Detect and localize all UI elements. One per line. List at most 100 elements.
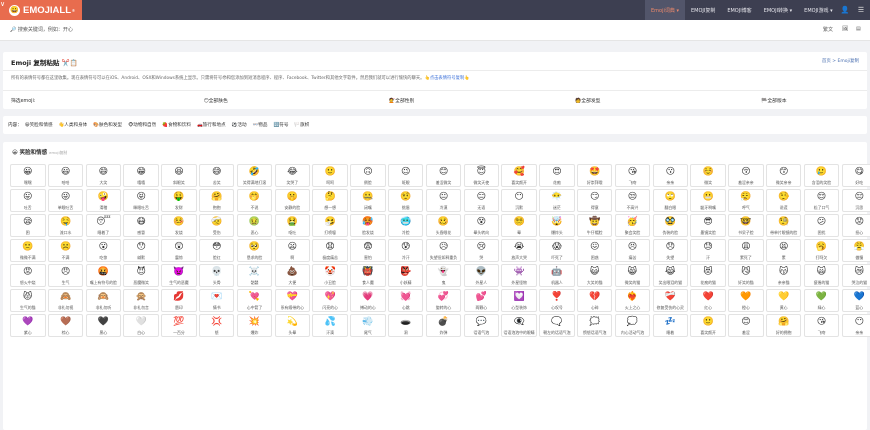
emoji-tile[interactable]: 😡 怒火中烧 — [10, 264, 46, 288]
emoji-tile[interactable]: 🤪 滑稽 — [85, 189, 122, 213]
emoji-tile[interactable]: 🤢 恶心 — [236, 214, 273, 238]
image-icon[interactable]: 🖼 — [842, 26, 848, 32]
emoji-tile[interactable]: 💥 爆炸 — [236, 314, 273, 338]
category-link-3[interactable]: 🐵动物和自然 — [128, 122, 156, 128]
emoji-tile[interactable]: 🙈 非礼勿视 — [47, 289, 84, 313]
emoji-tile[interactable]: 😘 飞吻 — [803, 314, 840, 338]
emoji-tile[interactable]: 💓 心跳 — [387, 289, 424, 313]
emoji-tile[interactable]: 💙 蓝心 — [841, 289, 870, 313]
emoji-tile[interactable]: 🙀 疲倦的猫 — [803, 264, 840, 288]
emoji-tile[interactable]: 🙉 非礼勿听 — [85, 289, 122, 313]
emoji-tile[interactable]: 💟 心型装饰 — [501, 289, 537, 313]
emoji-tile[interactable]: 👻 鬼 — [425, 264, 462, 288]
emoji-tile[interactable]: 💌 情书 — [198, 289, 235, 313]
emoji-tile[interactable]: 😸 微笑的猫 — [614, 264, 651, 288]
emoji-tile[interactable]: 😾 生气的猫 — [10, 289, 46, 313]
emoji-tile[interactable]: 💞 旋转的心 — [425, 289, 462, 313]
emoji-tile[interactable]: ❤️‍🔥 火上之心 — [614, 289, 651, 313]
emoji-tile[interactable]: 🤯 爆炸头 — [539, 214, 575, 238]
emoji-tile[interactable]: 💘 心中箭了 — [236, 289, 273, 313]
emoji-tile[interactable]: 😵‍💫 晕 — [501, 214, 537, 238]
emoji-tile[interactable]: 🤑 发财 — [161, 189, 197, 213]
user-icon[interactable]: 👤 — [837, 0, 853, 20]
emoji-tile[interactable]: 😰 冷汗 — [387, 239, 424, 263]
emoji-tile[interactable]: 😮‍💨 呼气 — [728, 189, 764, 213]
emoji-tile[interactable]: 🥸 伪装的脸 — [652, 214, 689, 238]
emoji-tile[interactable]: 😻 花痴的猫 — [690, 264, 726, 288]
emoji-tile[interactable]: 😥 失望但如释重负 — [425, 239, 462, 263]
emoji-tile[interactable]: 💀 头骨 — [198, 264, 235, 288]
emoji-tile[interactable]: 😧 极度痛苦 — [312, 239, 348, 263]
emoji-tile[interactable]: 🤐 闭嘴 — [350, 189, 386, 213]
emoji-tile[interactable]: 🤕 受伤 — [198, 214, 235, 238]
emoji-tile[interactable]: 🤮 呕吐 — [274, 214, 311, 238]
emoji-tile[interactable]: 💨 尾气 — [350, 314, 386, 338]
emoji-tile[interactable]: 😶 沉默 — [501, 189, 537, 213]
emoji-tile[interactable]: 😚 羞涩亲亲 — [728, 164, 764, 187]
emoji-tile[interactable]: 😴 睡着了 — [85, 214, 122, 238]
emoji-tile[interactable]: 😎 墨镜笑脸 — [690, 214, 726, 238]
emoji-tile[interactable]: 🖤 黑心 — [85, 314, 122, 338]
emoji-tile[interactable]: 🤬 嘴上有符号的脸 — [85, 264, 122, 288]
category-link-5[interactable]: 🚗旅行和地点 — [197, 122, 226, 128]
emoji-tile[interactable]: 🤤 流口水 — [47, 214, 84, 238]
category-link-9[interactable]: 🏳️旗帜 — [294, 122, 309, 128]
emoji-tile[interactable]: 💔 心碎 — [576, 289, 613, 313]
emoji-tile[interactable]: 😺 大笑的猫 — [576, 264, 613, 288]
emoji-tile[interactable]: 🙂 喜笑颜开 — [690, 314, 726, 338]
emoji-tile[interactable]: 😓 汗 — [690, 239, 726, 263]
emoji-tile[interactable]: 😳 脸红 — [198, 239, 235, 263]
emoji-tile[interactable]: 🤖 机器人 — [539, 264, 575, 288]
emoji-tile[interactable]: 🤩 好崇拜哦 — [576, 164, 613, 187]
emoji-tile[interactable]: 🤧 打喷嚏 — [312, 214, 348, 238]
emoji-tile[interactable]: ☠️ 骷髅 — [236, 264, 273, 288]
emoji-tile[interactable]: 🤨 挑眉 — [387, 189, 424, 213]
filter-dropdown-3[interactable]: 🧑全部发型 — [495, 97, 681, 104]
emoji-tile[interactable]: 🤡 小丑脸 — [312, 264, 348, 288]
emoji-tile[interactable]: 👿 生气的恶魔 — [161, 264, 197, 288]
emoji-tile[interactable]: 😋 好吃 — [841, 164, 870, 187]
emoji-tile[interactable]: 😔 沉思 — [841, 189, 870, 213]
nav-item-3[interactable]: EMOJI转换 ▾ — [758, 0, 798, 20]
emoji-tile[interactable]: 🤥 说谎 — [765, 189, 802, 213]
category-link-4[interactable]: 🍓食物和饮料 — [162, 122, 191, 128]
emoji-tile[interactable]: 😁 嘻嘻 — [123, 164, 159, 187]
emoji-tile[interactable]: 😽 亲亲猫 — [765, 264, 802, 288]
copy-hint-link[interactable]: 👆点击表情符号复制👆 — [424, 76, 469, 81]
emoji-tile[interactable]: 🤓 书呆子脸 — [728, 214, 764, 238]
emoji-tile[interactable]: 😇 微笑天使 — [463, 164, 500, 187]
emoji-tile[interactable]: 🥱 打呵欠 — [803, 239, 840, 263]
emoji-tile[interactable]: 😀 嘿嘿 — [10, 164, 46, 187]
emoji-tile[interactable]: 😯 缄默 — [123, 239, 159, 263]
emoji-tile[interactable]: 🗨️ 朝左的话语气泡 — [539, 314, 575, 338]
emoji-tile[interactable]: 😉 眨眼 — [387, 164, 424, 187]
emoji-tile[interactable]: 😫 累 — [765, 239, 802, 263]
emoji-tile[interactable]: 😄 大笑 — [85, 164, 122, 187]
emoji-tile[interactable]: 😌 松了口气 — [803, 189, 840, 213]
emoji-tile[interactable]: 🤠 牛仔帽脸 — [576, 214, 613, 238]
emoji-tile[interactable]: 💯 一百分 — [161, 314, 197, 338]
emoji-tile[interactable]: 😊 羞涩 — [728, 314, 764, 338]
emoji-tile[interactable]: 💦 汗滴 — [312, 314, 348, 338]
emoji-tile[interactable]: 😕 困扰 — [803, 214, 840, 238]
emoji-tile[interactable]: 😑 无语 — [463, 189, 500, 213]
emoji-tile[interactable]: 😅 苦笑 — [198, 164, 235, 187]
emoji-tile[interactable]: 😖 困惑 — [576, 239, 613, 263]
filter-dropdown-2[interactable]: 💇全部性别 — [309, 97, 495, 104]
category-link-2[interactable]: 🎨肤色和发型 — [93, 122, 122, 128]
filter-dropdown-4[interactable]: 🏁全部版本 — [681, 97, 867, 104]
emoji-tile[interactable]: 😍 花痴 — [539, 164, 575, 187]
emoji-tile[interactable]: 😜 单眼吐舌 — [47, 189, 84, 213]
emoji-tile[interactable]: 🗯️ 愤怒话语气泡 — [576, 314, 613, 338]
emoji-tile[interactable]: 💖 闪亮的心 — [312, 289, 348, 313]
emoji-tile[interactable]: 🥺 恳求的脸 — [236, 239, 273, 263]
emoji-tile[interactable]: 🤍 白心 — [123, 314, 159, 338]
emoji-tile[interactable]: 🥴 头昏眼花 — [425, 214, 462, 238]
emoji-tile[interactable]: 👁️‍🗨️ 话语泡泡中的眼睛 — [501, 314, 537, 338]
emoji-tile[interactable]: 😊 羞涩微笑 — [425, 164, 462, 187]
emoji-tile[interactable]: 💭 内心活动气泡 — [614, 314, 651, 338]
emoji-tile[interactable]: 💤 睡着 — [652, 314, 689, 338]
emoji-tile[interactable]: 💢 怒 — [198, 314, 235, 338]
emoji-tile[interactable]: 😢 哭 — [463, 239, 500, 263]
emoji-tile[interactable]: ☹️ 不满 — [47, 239, 84, 263]
